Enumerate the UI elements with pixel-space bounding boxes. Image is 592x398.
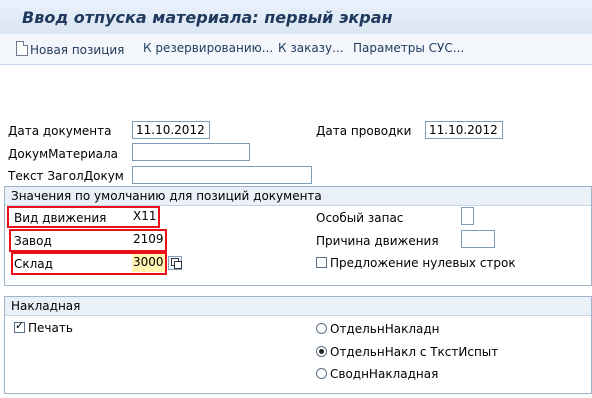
special-stock-label: Особый запас [316,211,404,225]
radio-individual-slip-label: ОтдельнНакладн [330,322,440,336]
special-stock-field[interactable] [461,207,474,225]
search-help-icon[interactable] [168,256,182,270]
print-label: Печать [28,321,73,335]
defaults-group-header: Значения по умолчанию для позиций докуме… [5,187,591,206]
radio-individual-slip[interactable] [316,323,327,334]
radio-individual-slip-inspection[interactable] [316,346,327,357]
to-order-button[interactable]: К заказу... [278,41,344,55]
posting-date-field[interactable]: 11.10.2012 [425,121,503,139]
storage-label: Склад [14,257,53,271]
to-reservation-button[interactable]: К резервированию... [143,41,273,55]
radio-collective-slip-label: СводнНакладная [330,367,439,381]
slip-group-title: Накладная [11,299,81,313]
storage-field[interactable]: 3000 [132,254,165,272]
header-text-label: Текст ЗаголДокум [8,169,124,183]
application-toolbar: Новая позиция К резервированию... К зака… [0,34,592,65]
new-item-button[interactable]: Новая позиция [16,41,124,57]
slip-group: Накладная [4,296,592,394]
header-text-field[interactable] [132,166,312,184]
plant-label: Завод [14,234,52,248]
doc-date-field[interactable]: 11.10.2012 [132,121,210,139]
title-bar: Ввод отпуска материала: первый экран [0,0,592,34]
plant-field[interactable]: 2109 [132,231,165,249]
defaults-group-title: Значения по умолчанию для позиций докуме… [11,189,322,203]
settings-button[interactable]: Параметры СУС... [353,41,464,55]
slip-group-header: Накладная [5,297,591,316]
reason-field[interactable] [461,230,495,248]
radio-individual-slip-inspection-label: ОтдельнНакл с ТкстИспыт [330,345,499,359]
doc-date-label: Дата документа [8,124,112,138]
zero-lines-checkbox[interactable] [316,257,327,268]
posting-date-label: Дата проводки [316,124,412,138]
new-document-icon [16,41,28,56]
material-doc-field[interactable] [132,143,250,161]
radio-collective-slip[interactable] [316,368,327,379]
movement-type-label: Вид движения [14,211,107,225]
zero-lines-label: Предложение нулевых строк [330,256,516,270]
reason-label: Причина движения [316,234,439,248]
material-doc-label: ДокумМатериала [8,147,118,161]
page-title: Ввод отпуска материала: первый экран [22,8,393,27]
print-checkbox[interactable] [14,319,25,333]
movement-type-field[interactable]: X11 [132,208,156,226]
